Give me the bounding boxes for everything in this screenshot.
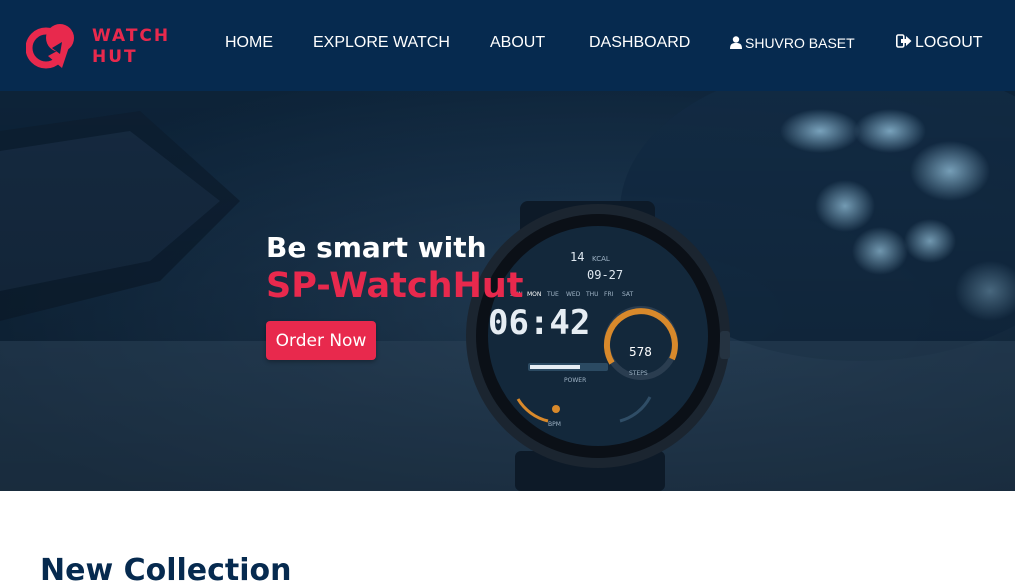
watch-steps-value: 578 bbox=[629, 345, 652, 359]
watch-day-active: MON bbox=[527, 291, 541, 298]
hero-banner: 14 KCAL 09-27 SUN MON TUE WED THU FRI SA… bbox=[0, 91, 1015, 491]
nav-explore-watch-link[interactable]: EXPLORE WATCH bbox=[313, 34, 450, 52]
watch-steps-label: STEPS bbox=[629, 370, 648, 377]
user-name: SHUVRO BASET bbox=[745, 35, 855, 51]
navbar: WATCH HUT HOME EXPLORE WATCH ABOUT DASHB… bbox=[0, 0, 1015, 91]
watch-day: THU bbox=[585, 291, 599, 298]
watch-day: TUE bbox=[546, 291, 559, 298]
nav-links: HOME EXPLORE WATCH ABOUT DASHBOARD SHUVR… bbox=[0, 0, 1015, 91]
watch-power-label: POWER bbox=[564, 377, 586, 384]
watch-date: 09-27 bbox=[587, 268, 623, 282]
user-icon bbox=[730, 36, 742, 49]
watch-kcal-value: 14 bbox=[570, 250, 584, 264]
section-title: New Collection bbox=[40, 553, 292, 588]
hero-title: Be smart with bbox=[266, 231, 487, 264]
nav-logout-link[interactable]: LOGOUT bbox=[896, 34, 983, 52]
watch-kcal-label: KCAL bbox=[592, 255, 610, 263]
watch-day: SAT bbox=[622, 291, 634, 298]
nav-user-link[interactable]: SHUVRO BASET bbox=[730, 35, 855, 51]
watch-day: WED bbox=[566, 291, 581, 298]
nav-about-link[interactable]: ABOUT bbox=[490, 34, 545, 52]
watch-day: FRI bbox=[604, 291, 614, 298]
nav-home-link[interactable]: HOME bbox=[225, 34, 273, 52]
order-now-button[interactable]: Order Now bbox=[266, 321, 376, 360]
hero-brand-name: SP-WatchHut bbox=[266, 266, 524, 306]
hero-content: Be smart with SP-WatchHut Order Now bbox=[266, 231, 524, 360]
sign-out-icon bbox=[896, 34, 912, 48]
watch-bpm-label: BPM bbox=[548, 421, 561, 428]
nav-dashboard-link[interactable]: DASHBOARD bbox=[589, 34, 690, 52]
logout-label: LOGOUT bbox=[915, 34, 983, 51]
